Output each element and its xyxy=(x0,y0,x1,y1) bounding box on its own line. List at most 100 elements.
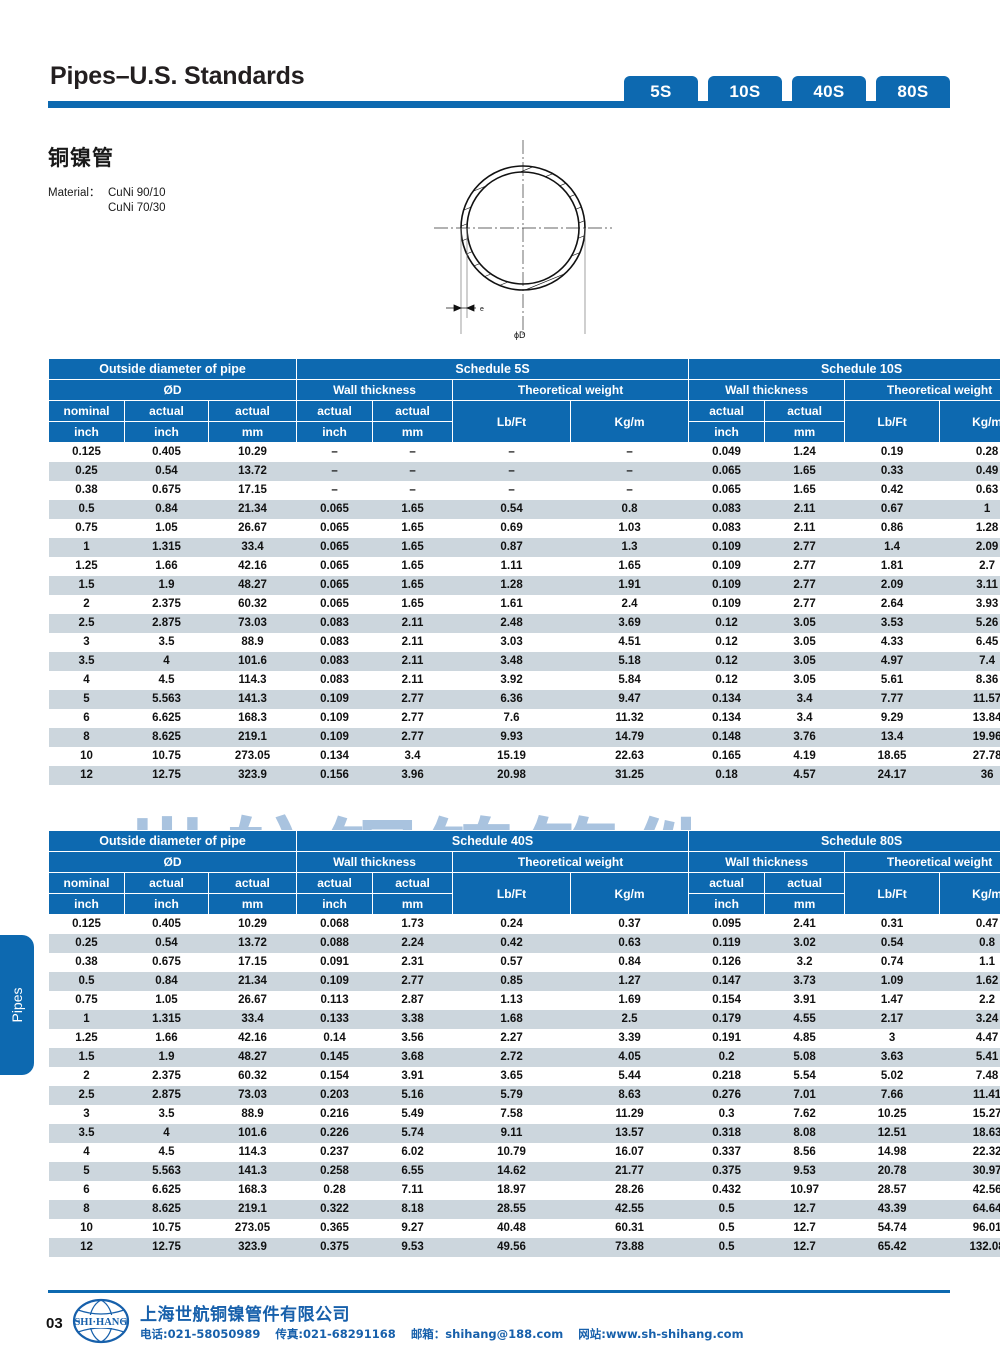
table-row: 0.75 1.05 26.67 0.113 2.87 1.13 1.69 0.154 3.91 1… xyxy=(48,990,1000,1010)
cell-r12-c0: 4 xyxy=(48,1142,125,1162)
cell-r4-c6: 1.03 xyxy=(570,518,689,538)
th-wall-thickness-2: Wall thickness xyxy=(688,379,846,401)
cell-r13-c9: 7.77 xyxy=(844,689,940,709)
cell-r11-c9: 12.51 xyxy=(844,1123,940,1143)
cell-r11-c6: 5.18 xyxy=(570,651,689,671)
cell-r4-c7: 0.083 xyxy=(688,518,765,538)
cell-r4-c5: 1.13 xyxy=(452,990,571,1010)
cell-r17-c7: 0.5 xyxy=(688,1237,765,1257)
cell-r16-c3: 0.134 xyxy=(296,746,373,766)
cell-r4-c4: 2.87 xyxy=(372,990,453,1010)
cell-r8-c3: 0.065 xyxy=(296,594,373,614)
cell-r14-c6: 11.32 xyxy=(570,708,689,728)
contact-email[interactable]: 邮箱：shihang@188.com xyxy=(411,1327,563,1341)
cell-r1-c9: 0.54 xyxy=(844,933,940,953)
cell-r9-c5: 2.48 xyxy=(452,613,571,633)
schedule-tab-40s[interactable]: 40S xyxy=(792,76,866,108)
cell-r1-c9: 0.33 xyxy=(844,461,940,481)
th-col-6-unit: Kg/m xyxy=(570,872,690,915)
table-row: 12 12.75 323.9 0.156 3.96 20.98 31.25 0.18 4.57 2… xyxy=(48,765,1000,785)
th-col-8-top: actual xyxy=(764,400,846,422)
cell-r10-c8: 3.05 xyxy=(764,632,845,652)
cell-r17-c10: 132.08 xyxy=(939,1237,1000,1257)
cell-r15-c9: 13.4 xyxy=(844,727,940,747)
cell-r2-c2: 17.15 xyxy=(208,480,297,500)
cell-r15-c0: 8 xyxy=(48,1199,125,1219)
cell-r1-c2: 13.72 xyxy=(208,461,297,481)
cell-r17-c0: 12 xyxy=(48,765,125,785)
cell-r1-c0: 0.25 xyxy=(48,933,125,953)
table-row: 0.5 0.84 21.34 0.109 2.77 0.85 1.27 0.147 3.73 1.… xyxy=(48,971,1000,991)
cell-r3-c4: 2.77 xyxy=(372,971,453,991)
cell-r9-c0: 2.5 xyxy=(48,1085,125,1105)
cell-r17-c10: 36 xyxy=(939,765,1000,785)
cell-r4-c1: 1.05 xyxy=(124,518,209,538)
cell-r10-c1: 3.5 xyxy=(124,1104,209,1124)
cell-r3-c3: 0.065 xyxy=(296,499,373,519)
cell-r17-c4: 9.53 xyxy=(372,1237,453,1257)
th-wall-thickness-2: Wall thickness xyxy=(688,851,846,873)
th-col-4-top: actual xyxy=(372,872,454,894)
table-row: 5 5.563 141.3 0.109 2.77 6.36 9.47 0.134 3.4 7.77… xyxy=(48,689,1000,709)
schedule-tab-5s[interactable]: 5S xyxy=(624,76,698,108)
cell-r15-c9: 43.39 xyxy=(844,1199,940,1219)
cell-r12-c3: 0.237 xyxy=(296,1142,373,1162)
th-theoretical-weight-1: Theoretical weight xyxy=(452,379,690,401)
cell-r15-c6: 14.79 xyxy=(570,727,689,747)
cell-r10-c7: 0.12 xyxy=(688,632,765,652)
cell-r2-c0: 0.38 xyxy=(48,480,125,500)
cell-r14-c9: 28.57 xyxy=(844,1180,940,1200)
sidebar-tab-pipes[interactable]: Pipes xyxy=(0,935,34,1075)
cell-r15-c1: 8.625 xyxy=(124,727,209,747)
cell-r12-c5: 3.92 xyxy=(452,670,571,690)
cell-r10-c10: 15.27 xyxy=(939,1104,1000,1124)
cell-r4-c9: 1.47 xyxy=(844,990,940,1010)
cell-r9-c9: 7.66 xyxy=(844,1085,940,1105)
material-value-1: CuNi 90/10 xyxy=(108,187,166,199)
cell-r0-c0: 0.125 xyxy=(48,914,125,934)
cell-r4-c10: 1.28 xyxy=(939,518,1000,538)
cell-r6-c8: 4.85 xyxy=(764,1028,845,1048)
th-col-1-unit: inch xyxy=(124,421,209,443)
cell-r17-c6: 31.25 xyxy=(570,765,689,785)
cell-r5-c9: 1.4 xyxy=(844,537,940,557)
table-row: 1 1.315 33.4 0.133 3.38 1.68 2.5 0.179 4.55 2.17 3… xyxy=(48,1009,1000,1029)
cell-r11-c2: 101.6 xyxy=(208,651,297,671)
table-row: 0.25 0.54 13.72 0.088 2.24 0.42 0.63 0.119 3.02 0… xyxy=(48,933,1000,953)
table-row: 4 4.5 114.3 0.237 6.02 10.79 16.07 0.337 8.56 14.… xyxy=(48,1142,1000,1162)
cell-r10-c0: 3 xyxy=(48,632,125,652)
cell-r0-c7: 0.049 xyxy=(688,442,765,462)
table-row: 0.38 0.675 17.15– – – –0.065 1.65 0.42 0.63 xyxy=(48,480,1000,500)
cell-r0-c10: 0.28 xyxy=(939,442,1000,462)
cell-r0-c3: 0.068 xyxy=(296,914,373,934)
cell-r6-c3: 0.065 xyxy=(296,556,373,576)
cell-r14-c8: 10.97 xyxy=(764,1180,845,1200)
cell-r16-c9: 18.65 xyxy=(844,746,940,766)
schedule-tab-10s[interactable]: 10S xyxy=(708,76,782,108)
cell-r3-c1: 0.84 xyxy=(124,499,209,519)
th-outside-diameter-group: Outside diameter of pipe xyxy=(47,830,298,852)
contact-phone: 电话:021-58050989 xyxy=(140,1327,261,1341)
cell-r1-c5: – xyxy=(452,461,571,481)
cell-r8-c6: 2.4 xyxy=(570,594,689,614)
cell-r8-c0: 2 xyxy=(48,1066,125,1086)
schedule-40s-80s-table: Outside diameter of pipe Schedule 40S Sche… xyxy=(47,830,1000,1257)
th-col-0-unit: inch xyxy=(48,893,125,915)
cell-r16-c7: 0.165 xyxy=(688,746,765,766)
th-col-0-top: nominal xyxy=(48,872,125,894)
cell-r14-c6: 28.26 xyxy=(570,1180,689,1200)
cell-r9-c3: 0.083 xyxy=(296,613,373,633)
contact-website[interactable]: 网站:www.sh-shihang.com xyxy=(578,1327,743,1341)
cell-r5-c8: 2.77 xyxy=(764,537,845,557)
cell-r11-c5: 9.11 xyxy=(452,1123,571,1143)
cell-r7-c3: 0.145 xyxy=(296,1047,373,1067)
schedule-tab-80s[interactable]: 80S xyxy=(876,76,950,108)
cell-r1-c3: – xyxy=(296,461,373,481)
cell-r9-c7: 0.276 xyxy=(688,1085,765,1105)
cell-r7-c3: 0.065 xyxy=(296,575,373,595)
cell-r3-c0: 0.5 xyxy=(48,971,125,991)
page-number: 03 xyxy=(46,1315,63,1332)
cell-r7-c5: 1.28 xyxy=(452,575,571,595)
cell-r17-c7: 0.18 xyxy=(688,765,765,785)
material-row-1: Material： CuNi 90/10 xyxy=(48,186,166,201)
